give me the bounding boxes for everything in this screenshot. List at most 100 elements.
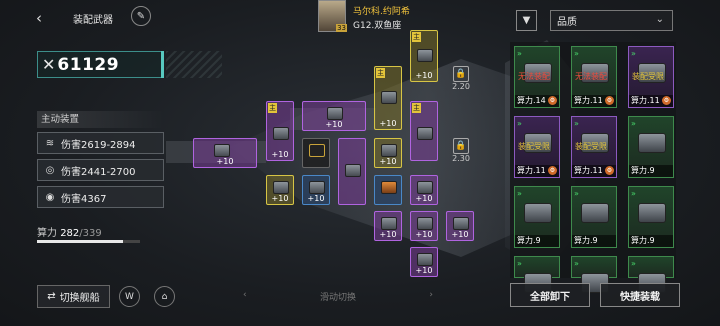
compute-progress	[37, 240, 140, 243]
stat-row-3[interactable]: ◉ 伤害4367	[37, 186, 164, 208]
core-slot[interactable]	[302, 138, 330, 168]
inventory-grid: » 无法装配 算力.14 ⚙» 无法装配 算力.11 ⚙» 装配受限 算力.11 ⚙» 装配受限 算力…	[510, 42, 676, 293]
rank-arrows-icon: »	[631, 189, 636, 198]
weapon-icon	[638, 133, 666, 153]
chevron-right-icon: ›	[429, 290, 433, 300]
compute-progress-fill	[37, 240, 123, 243]
inventory-card[interactable]: »	[514, 256, 560, 293]
card-warning: 装配受限	[518, 142, 550, 151]
inventory-card[interactable]: » 无法装配 算力.14 ⚙	[514, 46, 560, 108]
weapon-icon	[417, 127, 433, 140]
inventory-card[interactable]: » 装配受限 算力.11 ⚙	[628, 46, 674, 108]
unequip-all-button[interactable]: 全部卸下	[510, 283, 590, 307]
weapon-slot[interactable]: +10	[410, 247, 438, 277]
weapon-icon	[309, 181, 325, 194]
inventory-card[interactable]: » 算力.9	[628, 116, 674, 178]
weapon-icon	[524, 203, 552, 223]
emblem-icon[interactable]: W	[119, 286, 140, 307]
weapon-icon	[417, 217, 433, 230]
slide-hint[interactable]: ‹ 滑动切换 ›	[243, 290, 433, 303]
quality-dropdown[interactable]: 品质 ⌄	[550, 10, 673, 31]
inventory-card[interactable]: »	[628, 256, 674, 293]
weapon-icon	[273, 181, 289, 194]
card-power: 算力.11 ⚙	[515, 165, 559, 177]
lock-icon: 🔒	[453, 138, 469, 154]
crossed-swords-icon: ✕	[42, 55, 56, 74]
feather-icon[interactable]: ✎	[131, 6, 151, 26]
lock-icon: 🔒	[453, 66, 469, 82]
pilot-name: 马尔科.约阿希	[353, 7, 410, 17]
weapon-icon	[417, 181, 433, 194]
main-tag: 主	[268, 103, 277, 113]
weapon-slot[interactable]: +10	[266, 175, 294, 205]
gear-icon: ⚙	[548, 96, 557, 105]
switch-ship-label: 切换舰船	[59, 293, 100, 304]
weapon-slot[interactable]: 主 +10	[410, 30, 438, 82]
weapon-slot[interactable]: +10	[302, 175, 330, 205]
slot-upgrade: +10	[415, 194, 433, 203]
filter-icon[interactable]: ▼	[516, 10, 537, 31]
inventory-card[interactable]: » 算力.9	[514, 186, 560, 248]
inventory-card[interactable]: » 算力.9	[628, 186, 674, 248]
weapon-slot[interactable]: +10	[302, 101, 366, 131]
rank-arrows-icon: »	[517, 49, 522, 58]
slot-upgrade: +10	[271, 194, 289, 203]
weapon-slot[interactable]	[338, 138, 366, 205]
weapon-icon	[327, 107, 343, 120]
card-warning: 无法装配	[518, 72, 550, 81]
main-tag: 主	[412, 103, 421, 113]
weapon-slot[interactable]: 主 +10	[266, 101, 294, 161]
card-power: 算力.11 ⚙	[572, 95, 616, 107]
weapon-icon	[381, 144, 397, 157]
fleet-icon[interactable]: ⌂	[154, 286, 175, 307]
stat-row-2[interactable]: ◎ 伤害2441-2700	[37, 159, 164, 181]
weapon-icon	[381, 217, 397, 230]
weapon-slot[interactable]: +10	[374, 138, 402, 168]
weapon-slot[interactable]: +10	[410, 175, 438, 205]
back-icon[interactable]: ‹	[36, 9, 42, 27]
weapon-icon	[381, 91, 397, 104]
locked-slot[interactable]: 🔒 2.30	[450, 138, 472, 168]
inventory-card[interactable]: » 装配受限 算力.11 ⚙	[514, 116, 560, 178]
stat-row-1[interactable]: ≋ 伤害2619-2894	[37, 132, 164, 154]
weapon-slot[interactable]: +10	[446, 211, 474, 241]
card-power-label: 算力.9	[517, 236, 541, 245]
chevron-down-icon: ⌄	[655, 14, 664, 25]
compute-label: 算力	[37, 228, 57, 239]
slide-hint-label: 滑动切换	[319, 293, 356, 303]
switch-ship-button[interactable]: ⇄ 切换舰船	[37, 285, 110, 308]
slot-upgrade: +10	[271, 150, 289, 159]
card-power: 算力.9	[629, 165, 673, 177]
weapon-slot[interactable]: +10	[410, 211, 438, 241]
weapon-icon	[214, 144, 230, 157]
power-accent-bar	[161, 51, 164, 78]
combat-power-box: ✕ 61129	[37, 51, 164, 78]
card-power-label: 算力.9	[631, 166, 655, 175]
shield-slot[interactable]	[374, 175, 402, 205]
stat-label: 伤害4367	[61, 193, 107, 205]
lock-cost: 2.30	[452, 154, 470, 163]
card-power-label: 算力.9	[631, 236, 655, 245]
rank-arrows-icon: »	[574, 49, 579, 58]
weapon-slot[interactable]: +10	[193, 138, 257, 168]
slot-upgrade: +10	[379, 157, 397, 166]
triple-claw-icon: ≋	[45, 137, 55, 149]
inventory-card[interactable]: » 装配受限 算力.11 ⚙	[571, 116, 617, 178]
pilot-avatar[interactable]: 33	[318, 0, 347, 32]
locked-slot[interactable]: 🔒 2.20	[450, 66, 472, 96]
card-warning: 装配受限	[575, 142, 607, 151]
page-title: 装配武器	[73, 15, 113, 26]
decorative-stripes	[166, 51, 222, 78]
weapon-slot[interactable]: 主 +10	[374, 66, 402, 130]
inventory-card[interactable]: » 算力.9	[571, 186, 617, 248]
inventory-card[interactable]: » 无法装配 算力.11 ⚙	[571, 46, 617, 108]
weapon-slot[interactable]: +10	[374, 211, 402, 241]
slot-upgrade: +10	[415, 71, 433, 80]
inventory-card[interactable]: »	[571, 256, 617, 293]
compute-readout: 算力 282/339	[37, 224, 102, 239]
weapon-slot[interactable]: 主	[410, 101, 438, 161]
gear-icon: ⚙	[548, 166, 557, 175]
lock-cost: 2.20	[452, 82, 470, 91]
quick-equip-button[interactable]: 快捷装载	[600, 283, 680, 307]
radar-icon: ◉	[45, 191, 55, 203]
